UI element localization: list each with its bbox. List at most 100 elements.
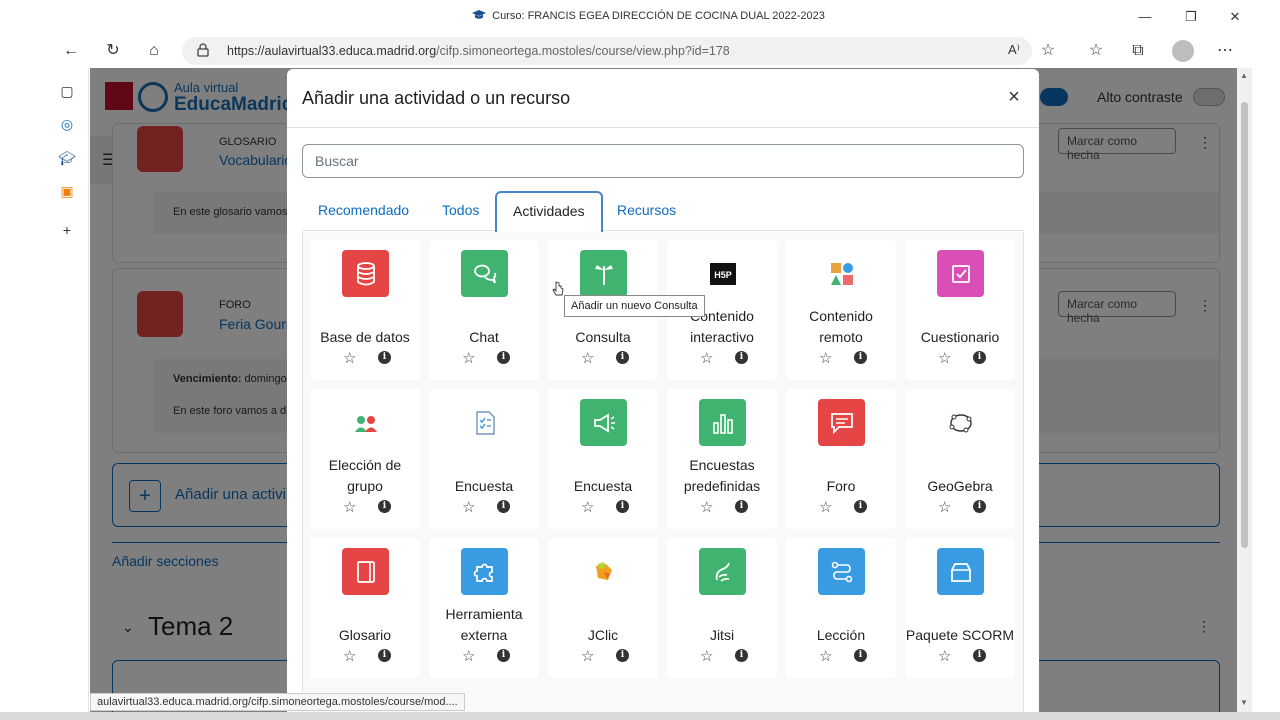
lock-icon <box>197 43 209 57</box>
info-icon[interactable]: i <box>378 500 391 513</box>
activity-option[interactable]: Chat ☆ i <box>429 240 539 380</box>
activity-option[interactable]: Lección ☆ i <box>786 538 896 678</box>
info-icon[interactable]: i <box>973 500 986 513</box>
address-toolbar: ← ↻ ⌂ https://aulavirtual33.educa.madrid… <box>45 34 1252 68</box>
close-window-button[interactable]: ✕ <box>1225 8 1245 26</box>
browser-sidebar: ▢ ◎ 🎓︎ ▣ + <box>45 68 89 712</box>
activity-option[interactable]: Encuestas predefinidas ☆ i <box>667 389 777 529</box>
info-icon[interactable]: i <box>616 649 629 662</box>
back-arrow-icon[interactable]: ← <box>60 40 82 62</box>
educamadrid-icon[interactable]: ◎ <box>57 114 77 134</box>
minimize-button[interactable]: — <box>1135 8 1155 26</box>
star-icon[interactable]: ☆ <box>819 349 832 367</box>
url-host: https://aulavirtual33.educa.madrid.org <box>227 44 437 58</box>
activity-option[interactable]: JClic ☆ i <box>548 538 658 678</box>
star-icon[interactable]: ☆ <box>700 349 713 367</box>
star-icon[interactable]: ☆ <box>819 647 832 665</box>
puzzle-icon <box>461 548 508 595</box>
activity-option[interactable]: Contenido remoto ☆ i <box>786 240 896 380</box>
star-icon[interactable]: ☆ <box>938 498 951 516</box>
tab-activities[interactable]: Actividades <box>495 191 603 232</box>
book-icon <box>342 548 389 595</box>
star-icon[interactable]: ☆ <box>343 498 356 516</box>
activity-option[interactable]: GeoGebra ☆ i <box>905 389 1015 529</box>
star-icon[interactable]: ☆ <box>462 349 475 367</box>
info-icon[interactable]: i <box>616 351 629 364</box>
activity-option[interactable]: Elección de grupo ☆ i <box>310 389 420 529</box>
search-input[interactable] <box>302 144 1024 178</box>
address-bar[interactable]: https://aulavirtual33.educa.madrid.org/c… <box>182 37 1032 65</box>
activity-option[interactable]: Encuesta ☆ i <box>429 389 539 529</box>
tabs-icon[interactable]: ▢ <box>57 81 77 101</box>
activity-option[interactable]: Jitsi ☆ i <box>667 538 777 678</box>
star-icon[interactable]: ☆ <box>700 647 713 665</box>
star-icon[interactable]: ☆ <box>581 498 594 516</box>
info-icon[interactable]: i <box>497 649 510 662</box>
activity-option[interactable]: Encuesta ☆ i <box>548 389 658 529</box>
star-icon[interactable]: ☆ <box>581 349 594 367</box>
info-icon[interactable]: i <box>378 351 391 364</box>
info-icon[interactable]: i <box>973 351 986 364</box>
info-icon[interactable]: i <box>378 649 391 662</box>
activity-option-label: Chat <box>469 329 499 345</box>
star-icon[interactable]: ☆ <box>462 498 475 516</box>
info-icon[interactable]: i <box>735 351 748 364</box>
page-scrollbar[interactable]: ▲ ▼ <box>1237 68 1252 712</box>
info-icon[interactable]: i <box>735 649 748 662</box>
restore-button[interactable]: ❐ <box>1181 8 1201 26</box>
info-icon[interactable]: i <box>854 649 867 662</box>
star-icon[interactable]: ☆ <box>581 647 594 665</box>
activity-option-label: Contenido remoto <box>809 308 873 345</box>
activity-option[interactable]: Base de datos ☆ i <box>310 240 420 380</box>
url-path: /cifp.simoneortega.mostoles/course/view.… <box>436 44 730 58</box>
profile-avatar[interactable] <box>1172 40 1194 62</box>
activity-option[interactable]: Paquete SCORM ☆ i <box>905 538 1015 678</box>
star-icon[interactable]: ☆ <box>462 647 475 665</box>
activity-option-label: Base de datos <box>320 329 410 345</box>
more-menu-icon[interactable]: ⋯ <box>1214 40 1236 62</box>
scroll-up-icon[interactable]: ▲ <box>1240 71 1248 80</box>
shapes-icon <box>818 250 865 297</box>
star-icon[interactable]: ☆ <box>938 349 951 367</box>
activity-option[interactable]: Cuestionario ☆ i <box>905 240 1015 380</box>
activity-option-label: JClic <box>587 627 619 643</box>
activity-option[interactable]: Herramienta externa ☆ i <box>429 538 539 678</box>
desktop-edge <box>0 0 45 720</box>
home-icon[interactable]: ⌂ <box>143 40 165 62</box>
star-icon[interactable]: ☆ <box>819 498 832 516</box>
info-icon[interactable]: i <box>735 500 748 513</box>
info-icon[interactable]: i <box>616 500 629 513</box>
activity-option[interactable]: Glosario ☆ i <box>310 538 420 678</box>
read-aloud-icon[interactable]: A⁾ <box>1008 42 1020 58</box>
activity-option-label: Paquete SCORM <box>905 627 1015 643</box>
scroll-down-icon[interactable]: ▼ <box>1240 698 1248 707</box>
add-favorite-icon[interactable]: ☆ <box>1037 40 1059 62</box>
scroll-thumb[interactable] <box>1241 102 1248 548</box>
tab-resources[interactable]: Recursos <box>601 191 692 231</box>
modal-title: Añadir una actividad o un recurso <box>302 88 571 108</box>
checklist-icon <box>461 399 508 446</box>
tab-all[interactable]: Todos <box>426 191 495 231</box>
path-icon <box>818 548 865 595</box>
close-icon[interactable]: × <box>1004 86 1024 108</box>
tooltip: Añadir un nuevo Consulta <box>564 295 705 317</box>
tab-recommended[interactable]: Recomendado <box>302 191 425 231</box>
star-icon[interactable]: ☆ <box>700 498 713 516</box>
star-icon[interactable]: ☆ <box>343 349 356 367</box>
activity-option-label: Foro <box>826 478 856 494</box>
info-icon[interactable]: i <box>497 351 510 364</box>
info-icon[interactable]: i <box>497 500 510 513</box>
info-icon[interactable]: i <box>854 500 867 513</box>
add-icon[interactable]: + <box>57 220 77 240</box>
star-icon[interactable]: ☆ <box>343 647 356 665</box>
graduation-cap-icon[interactable]: 🎓︎ <box>57 148 77 168</box>
info-icon[interactable]: i <box>973 649 986 662</box>
activity-option-label: Herramienta externa <box>445 606 523 643</box>
favorites-icon[interactable]: ☆ <box>1085 40 1107 62</box>
blogger-icon[interactable]: ▣ <box>57 181 77 201</box>
star-icon[interactable]: ☆ <box>938 647 951 665</box>
refresh-icon[interactable]: ↻ <box>102 40 124 62</box>
info-icon[interactable]: i <box>854 351 867 364</box>
collections-icon[interactable]: ⧉ <box>1127 40 1149 62</box>
activity-option[interactable]: Foro ☆ i <box>786 389 896 529</box>
